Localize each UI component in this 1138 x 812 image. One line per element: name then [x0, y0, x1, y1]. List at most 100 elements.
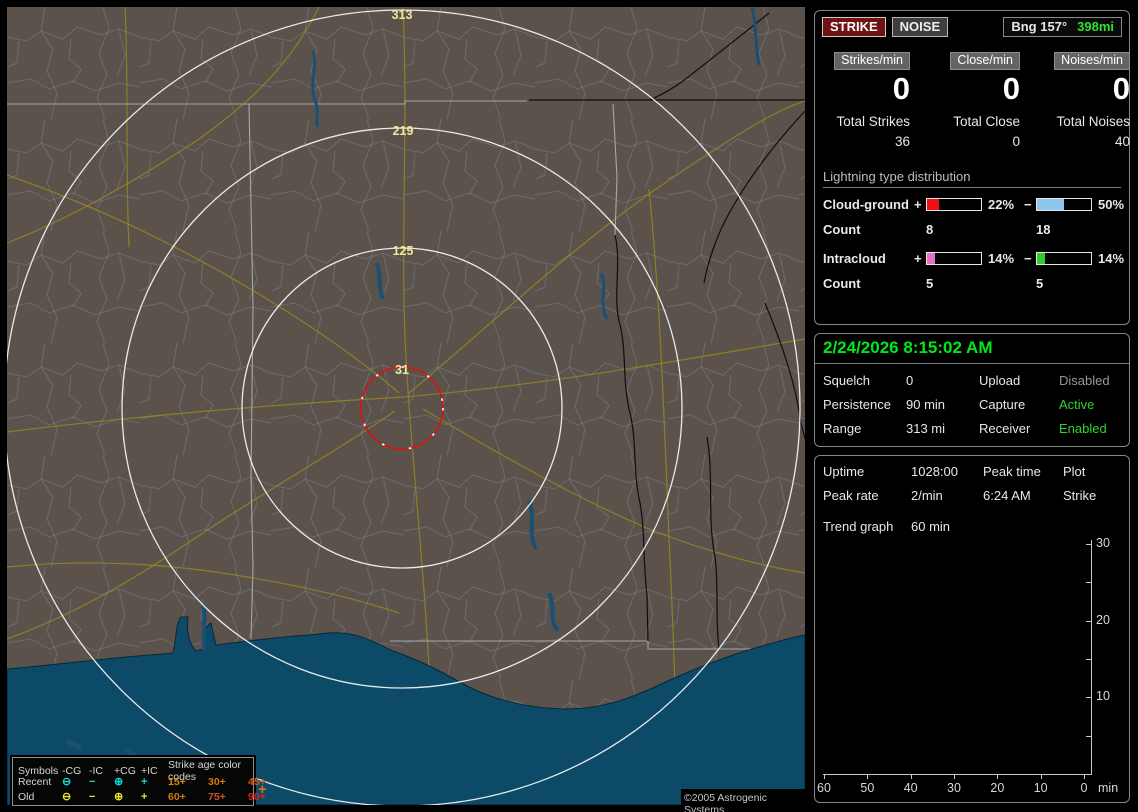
ring-label-313: 313 — [392, 8, 413, 22]
legend-header-row: Symbols -CG -IC +CG +IC Strike age color… — [18, 759, 253, 783]
trend-x-label: 40 — [903, 781, 918, 795]
strike-button[interactable]: STRIKE — [822, 17, 886, 37]
squelch-label: Squelch — [823, 373, 870, 388]
persistence-value: 90 min — [906, 397, 946, 412]
lightning-map[interactable]: 313 219 125 31 + Symbols -CG -IC +CG +IC… — [7, 7, 805, 812]
persistence-label: Persistence — [823, 397, 891, 412]
recent-nic-icon: − — [89, 775, 96, 788]
copyright: ©2005 Astrogenic Systems — [681, 789, 805, 812]
trend-x-label: 0 — [1080, 781, 1088, 795]
recent-pcg-icon: ⊕ — [114, 776, 124, 788]
ic-minus-count: 5 — [1036, 276, 1044, 291]
intracloud-row: Intracloud + 14% − 14% — [815, 251, 1129, 266]
strikes-per-min-chip: Strikes/min — [834, 52, 910, 70]
noises-per-min-chip: Noises/min — [1054, 52, 1130, 70]
age-90: 90+ — [248, 790, 266, 803]
status-row: Persistence 90 min Capture Active — [815, 397, 1129, 412]
ic-minus-pct: 14% — [1098, 251, 1125, 266]
ic-minus-bar — [1036, 252, 1092, 265]
range-value: 313 mi — [906, 421, 946, 436]
trend-x-label: 20 — [990, 781, 1005, 795]
cg-count-label: Count — [823, 222, 861, 237]
status-row: Range 313 mi Receiver Enabled — [815, 421, 1129, 436]
age-75: 75+ — [208, 790, 226, 803]
age-60: 60+ — [168, 790, 186, 803]
receiver-value: Enabled — [1059, 421, 1107, 436]
total-strikes-label: Total Strikes — [836, 114, 910, 129]
ic-plus-count: 5 — [926, 276, 934, 291]
ring-label-125: 125 — [393, 244, 414, 258]
ic-count-label: Count — [823, 276, 861, 291]
map-canvas: 313 219 125 31 + — [7, 7, 805, 805]
trend-graph: 30 20 10 60 50 40 30 20 10 0 min — [815, 456, 1129, 802]
cg-minus-bar — [1036, 198, 1092, 211]
noise-button[interactable]: NOISE — [891, 17, 949, 37]
total-strikes-value: 36 — [894, 134, 910, 149]
old-pcg-icon: ⊕ — [114, 791, 124, 803]
age-45: 45+ — [248, 775, 266, 788]
capture-label: Capture — [979, 397, 1026, 412]
status-panel: 2/24/2026 8:15:02 AM Squelch 0 Upload Di… — [814, 333, 1130, 447]
trend-x-label: 10 — [1033, 781, 1048, 795]
upload-label: Upload — [979, 373, 1021, 388]
trend-x-unit: min — [1098, 781, 1119, 795]
trend-y-label: 30 — [1096, 536, 1110, 550]
cloud-ground-row: Cloud-ground + 22% − 50% — [815, 197, 1129, 212]
cg-plus-pct: 22% — [988, 197, 1015, 212]
squelch-value: 0 — [906, 373, 914, 388]
recent-pic-icon: + — [141, 775, 148, 788]
cg-plus-bar — [926, 198, 982, 211]
cg-plus-count: 8 — [926, 222, 934, 237]
recent-ncg-icon: ⊖ — [62, 776, 72, 788]
age-30: 30+ — [208, 775, 226, 788]
legend-recent-row: Recent ⊖ − ⊕ + 15+ 30+ 45+ — [18, 774, 266, 789]
close-rate: 0 — [1002, 71, 1020, 106]
minus-sign: − — [1024, 251, 1032, 266]
stats-panel: STRIKE NOISE Bng 157° 398mi Strikes/min … — [814, 10, 1130, 325]
cg-minus-pct: 50% — [1098, 197, 1125, 212]
old-nic-icon: − — [89, 790, 96, 803]
legend-old-label: Old — [18, 790, 35, 803]
cloud-ground-count-row: Count 8 18 — [815, 222, 1129, 237]
bearing-distance: 398mi — [1077, 19, 1114, 34]
total-close-value: 0 — [1012, 134, 1020, 149]
trend-x-label: 50 — [860, 781, 875, 795]
legend-old-row: Old ⊖ − ⊕ + 60+ 75+ 90+ — [18, 789, 266, 804]
intracloud-label: Intracloud — [823, 251, 886, 266]
plus-sign: + — [914, 197, 922, 212]
old-pic-icon: + — [141, 790, 148, 803]
capture-value: Active — [1059, 397, 1095, 412]
ic-plus-pct: 14% — [988, 251, 1015, 266]
trend-x-label: 60 — [817, 781, 831, 795]
cloud-ground-label: Cloud-ground — [823, 197, 909, 212]
bearing-display: Bng 157° 398mi — [1003, 17, 1122, 37]
minus-sign: − — [1024, 197, 1032, 212]
receiver-label: Receiver — [979, 421, 1031, 436]
cg-minus-count: 18 — [1036, 222, 1051, 237]
distribution-header: Lightning type distribution — [823, 169, 1121, 188]
trend-x-label: 30 — [947, 781, 961, 795]
age-15: 15+ — [168, 775, 186, 788]
noises-rate: 0 — [1112, 71, 1130, 106]
ic-plus-bar — [926, 252, 982, 265]
legend-recent-label: Recent — [18, 775, 52, 788]
trend-panel: Uptime 1028:00 Peak time Plot Peak rate … — [814, 455, 1130, 803]
ring-label-31: 31 — [395, 363, 409, 377]
datetime-display: 2/24/2026 8:15:02 AM — [815, 334, 1129, 364]
trend-y-label: 10 — [1096, 689, 1110, 704]
upload-value: Disabled — [1059, 373, 1110, 388]
strikes-rate: 0 — [892, 71, 910, 106]
total-close-label: Total Close — [953, 114, 1020, 129]
trend-y-label: 20 — [1096, 612, 1110, 627]
ring-label-219: 219 — [393, 124, 414, 138]
bearing-value: Bng 157° — [1011, 19, 1068, 34]
intracloud-count-row: Count 5 5 — [815, 276, 1129, 291]
range-label: Range — [823, 421, 862, 436]
map-legend: Symbols -CG -IC +CG +IC Strike age color… — [12, 757, 266, 806]
total-noises-value: 40 — [1114, 134, 1130, 149]
close-per-min-chip: Close/min — [950, 52, 1020, 70]
plus-sign: + — [914, 251, 922, 266]
total-noises-label: Total Noises — [1056, 114, 1130, 129]
status-row: Squelch 0 Upload Disabled — [815, 373, 1129, 388]
old-ncg-icon: ⊖ — [62, 791, 72, 803]
